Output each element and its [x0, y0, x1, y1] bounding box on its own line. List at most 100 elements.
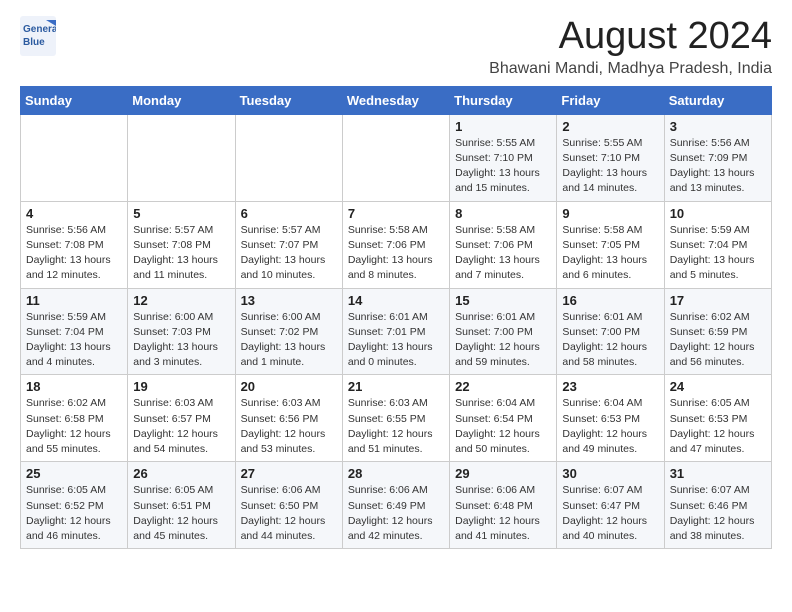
day-content: Sunrise: 5:59 AM Sunset: 7:04 PM Dayligh… — [26, 310, 122, 371]
header-cell-sunday: Sunday — [21, 86, 128, 114]
week-row-4: 18Sunrise: 6:02 AM Sunset: 6:58 PM Dayli… — [21, 375, 772, 462]
day-content: Sunrise: 6:03 AM Sunset: 6:57 PM Dayligh… — [133, 396, 229, 457]
day-number: 27 — [241, 466, 337, 481]
day-number: 8 — [455, 206, 551, 221]
title-area: August 2024 Bhawani Mandi, Madhya Prades… — [489, 16, 772, 78]
day-cell: 10 Sunrise: 5:59 AM Sunset: 7:04 PM Dayli… — [664, 201, 771, 288]
day-number: 10 — [670, 206, 766, 221]
day-content: Sunrise: 5:58 AM Sunset: 7:06 PM Dayligh… — [455, 223, 551, 284]
day-content: Sunrise: 6:05 AM Sunset: 6:51 PM Dayligh… — [133, 483, 229, 544]
calendar-body: 1 Sunrise: 5:55 AM Sunset: 7:10 PM Daylig… — [21, 114, 772, 548]
main-title: August 2024 — [489, 16, 772, 58]
day-number: 5 — [133, 206, 229, 221]
day-number: 4 — [26, 206, 122, 221]
day-number: 14 — [348, 293, 444, 308]
day-number: 19 — [133, 379, 229, 394]
day-cell: 3 Sunrise: 5:56 AM Sunset: 7:09 PM Daylig… — [664, 114, 771, 201]
day-cell: 24 Sunrise: 6:05 AM Sunset: 6:53 PM Dayli… — [664, 375, 771, 462]
day-cell — [235, 114, 342, 201]
day-cell: 30 Sunrise: 6:07 AM Sunset: 6:47 PM Dayli… — [557, 462, 664, 549]
day-cell: 15Sunrise: 6:01 AM Sunset: 7:00 PM Dayli… — [450, 288, 557, 375]
day-cell: 20Sunrise: 6:03 AM Sunset: 6:56 PM Dayli… — [235, 375, 342, 462]
day-cell: 2 Sunrise: 5:55 AM Sunset: 7:10 PM Daylig… — [557, 114, 664, 201]
day-number: 26 — [133, 466, 229, 481]
day-cell: 26 Sunrise: 6:05 AM Sunset: 6:51 PM Dayli… — [128, 462, 235, 549]
day-cell: 13Sunrise: 6:00 AM Sunset: 7:02 PM Dayli… — [235, 288, 342, 375]
day-content: Sunrise: 6:01 AM Sunset: 7:00 PM Dayligh… — [455, 310, 551, 371]
day-content: Sunrise: 5:57 AM Sunset: 7:07 PM Dayligh… — [241, 223, 337, 284]
day-content: Sunrise: 6:01 AM Sunset: 7:00 PM Dayligh… — [562, 310, 658, 371]
day-number: 20 — [241, 379, 337, 394]
day-content: Sunrise: 6:01 AM Sunset: 7:01 PM Dayligh… — [348, 310, 444, 371]
day-number: 24 — [670, 379, 766, 394]
day-cell: 27 Sunrise: 6:06 AM Sunset: 6:50 PM Dayli… — [235, 462, 342, 549]
svg-text:Blue: Blue — [23, 37, 45, 48]
day-cell: 5Sunrise: 5:57 AM Sunset: 7:08 PM Daylig… — [128, 201, 235, 288]
day-cell: 19 Sunrise: 6:03 AM Sunset: 6:57 PM Dayli… — [128, 375, 235, 462]
day-number: 29 — [455, 466, 551, 481]
day-cell: 8 Sunrise: 5:58 AM Sunset: 7:06 PM Daylig… — [450, 201, 557, 288]
day-number: 25 — [26, 466, 122, 481]
header-cell-wednesday: Wednesday — [342, 86, 449, 114]
day-cell: 17 Sunrise: 6:02 AM Sunset: 6:59 PM Dayli… — [664, 288, 771, 375]
day-cell — [21, 114, 128, 201]
week-row-1: 1 Sunrise: 5:55 AM Sunset: 7:10 PM Daylig… — [21, 114, 772, 201]
day-number: 28 — [348, 466, 444, 481]
day-content: Sunrise: 6:04 AM Sunset: 6:54 PM Dayligh… — [455, 396, 551, 457]
day-content: Sunrise: 5:58 AM Sunset: 7:06 PM Dayligh… — [348, 223, 444, 284]
day-number: 18 — [26, 379, 122, 394]
day-content: Sunrise: 5:55 AM Sunset: 7:10 PM Dayligh… — [455, 136, 551, 197]
day-cell — [342, 114, 449, 201]
day-cell: 18Sunrise: 6:02 AM Sunset: 6:58 PM Dayli… — [21, 375, 128, 462]
day-content: Sunrise: 6:02 AM Sunset: 6:59 PM Dayligh… — [670, 310, 766, 371]
day-number: 16 — [562, 293, 658, 308]
day-content: Sunrise: 6:07 AM Sunset: 6:46 PM Dayligh… — [670, 483, 766, 544]
day-content: Sunrise: 6:06 AM Sunset: 6:48 PM Dayligh… — [455, 483, 551, 544]
week-row-5: 25 Sunrise: 6:05 AM Sunset: 6:52 PM Dayli… — [21, 462, 772, 549]
day-cell: 14 Sunrise: 6:01 AM Sunset: 7:01 PM Dayli… — [342, 288, 449, 375]
day-number: 6 — [241, 206, 337, 221]
day-number: 17 — [670, 293, 766, 308]
day-number: 12 — [133, 293, 229, 308]
day-content: Sunrise: 5:56 AM Sunset: 7:09 PM Dayligh… — [670, 136, 766, 197]
header-row: SundayMondayTuesdayWednesdayThursdayFrid… — [21, 86, 772, 114]
header: General Blue August 2024 Bhawani Mandi, … — [20, 16, 772, 78]
day-content: Sunrise: 5:55 AM Sunset: 7:10 PM Dayligh… — [562, 136, 658, 197]
day-content: Sunrise: 6:07 AM Sunset: 6:47 PM Dayligh… — [562, 483, 658, 544]
day-number: 2 — [562, 119, 658, 134]
day-number: 21 — [348, 379, 444, 394]
day-number: 30 — [562, 466, 658, 481]
day-cell: 31 Sunrise: 6:07 AM Sunset: 6:46 PM Dayli… — [664, 462, 771, 549]
day-cell: 6 Sunrise: 5:57 AM Sunset: 7:07 PM Daylig… — [235, 201, 342, 288]
logo-icon: General Blue — [20, 16, 56, 56]
day-content: Sunrise: 6:04 AM Sunset: 6:53 PM Dayligh… — [562, 396, 658, 457]
day-content: Sunrise: 5:59 AM Sunset: 7:04 PM Dayligh… — [670, 223, 766, 284]
day-cell: 16 Sunrise: 6:01 AM Sunset: 7:00 PM Dayli… — [557, 288, 664, 375]
day-number: 31 — [670, 466, 766, 481]
day-number: 1 — [455, 119, 551, 134]
day-cell: 12 Sunrise: 6:00 AM Sunset: 7:03 PM Dayli… — [128, 288, 235, 375]
header-cell-tuesday: Tuesday — [235, 86, 342, 114]
header-cell-monday: Monday — [128, 86, 235, 114]
day-content: Sunrise: 6:06 AM Sunset: 6:50 PM Dayligh… — [241, 483, 337, 544]
header-cell-saturday: Saturday — [664, 86, 771, 114]
header-cell-friday: Friday — [557, 86, 664, 114]
logo: General Blue — [20, 16, 56, 56]
day-number: 3 — [670, 119, 766, 134]
day-content: Sunrise: 6:05 AM Sunset: 6:52 PM Dayligh… — [26, 483, 122, 544]
day-cell: 11 Sunrise: 5:59 AM Sunset: 7:04 PM Dayli… — [21, 288, 128, 375]
day-number: 22 — [455, 379, 551, 394]
calendar-table: SundayMondayTuesdayWednesdayThursdayFrid… — [20, 86, 772, 549]
day-content: Sunrise: 6:03 AM Sunset: 6:55 PM Dayligh… — [348, 396, 444, 457]
day-cell: 7 Sunrise: 5:58 AM Sunset: 7:06 PM Daylig… — [342, 201, 449, 288]
day-cell: 28Sunrise: 6:06 AM Sunset: 6:49 PM Dayli… — [342, 462, 449, 549]
day-number: 7 — [348, 206, 444, 221]
day-number: 23 — [562, 379, 658, 394]
day-cell: 9Sunrise: 5:58 AM Sunset: 7:05 PM Daylig… — [557, 201, 664, 288]
day-content: Sunrise: 6:00 AM Sunset: 7:03 PM Dayligh… — [133, 310, 229, 371]
day-content: Sunrise: 6:05 AM Sunset: 6:53 PM Dayligh… — [670, 396, 766, 457]
day-cell: 21 Sunrise: 6:03 AM Sunset: 6:55 PM Dayli… — [342, 375, 449, 462]
day-number: 11 — [26, 293, 122, 308]
day-content: Sunrise: 5:56 AM Sunset: 7:08 PM Dayligh… — [26, 223, 122, 284]
header-cell-thursday: Thursday — [450, 86, 557, 114]
